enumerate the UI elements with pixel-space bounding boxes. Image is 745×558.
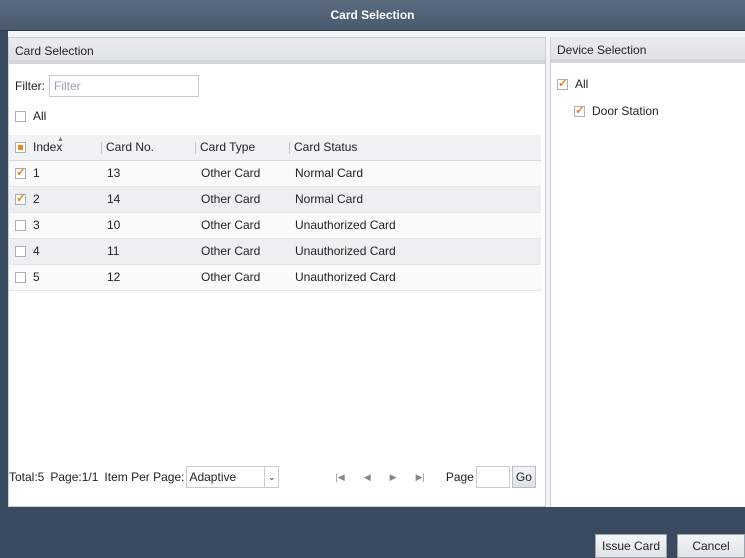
column-label: Card Type xyxy=(200,140,256,155)
cell-card-no: 13 xyxy=(101,160,195,187)
cell-index: 5 xyxy=(33,270,40,284)
cell-card-status: Normal Card xyxy=(289,186,541,213)
cell-card-status: Unauthorized Card xyxy=(289,212,541,239)
cancel-button[interactable]: Cancel xyxy=(677,534,745,558)
chevron-down-icon[interactable]: ⌄ xyxy=(264,467,278,487)
cell-index: 2 xyxy=(33,192,40,206)
table-row[interactable]: 2 14 Other Card Normal Card xyxy=(9,186,541,213)
device-all-label: All xyxy=(575,77,589,91)
select-all-cards[interactable]: All xyxy=(15,108,46,124)
tree-item-all[interactable]: All xyxy=(557,76,588,92)
table-row[interactable]: 5 12 Other Card Unauthorized Card xyxy=(9,264,541,291)
prev-page-icon[interactable]: ◀ xyxy=(364,472,371,483)
column-header-card-type[interactable]: Card Type xyxy=(195,135,289,161)
row-checkbox[interactable] xyxy=(15,219,26,231)
items-per-page-value: Adaptive xyxy=(189,470,237,484)
cell-card-no: 11 xyxy=(101,238,195,265)
cell-index: 3 xyxy=(33,218,40,232)
issue-card-button[interactable]: Issue Card xyxy=(595,534,667,558)
cell-card-status: Normal Card xyxy=(289,160,541,187)
items-per-page-label: Item Per Page: xyxy=(104,470,185,484)
row-checkbox[interactable] xyxy=(15,271,26,283)
device-all-checkbox[interactable] xyxy=(557,76,568,90)
table-header-row: ▲ Index Card No. Card Type Card Status xyxy=(9,135,541,161)
cell-index: 4 xyxy=(33,244,40,258)
select-all-label: All xyxy=(33,109,47,123)
device-label: Door Station xyxy=(592,104,659,118)
column-header-card-no[interactable]: Card No. xyxy=(101,135,195,161)
select-all-checkbox[interactable] xyxy=(15,110,26,122)
column-label: Card No. xyxy=(106,140,155,155)
last-page-icon[interactable]: ▶| xyxy=(416,472,425,483)
sort-up-icon: ▲ xyxy=(57,136,64,143)
tree-item-door-station[interactable]: Door Station xyxy=(574,103,659,119)
row-checkbox[interactable] xyxy=(15,191,26,205)
card-selection-header: Card Selection xyxy=(9,38,545,64)
cell-card-status: Unauthorized Card xyxy=(289,264,541,291)
filter-label: Filter: xyxy=(15,79,45,93)
go-button[interactable]: Go xyxy=(511,466,536,488)
cell-card-type: Other Card xyxy=(195,238,289,265)
page-info: Page:1/1 xyxy=(50,470,99,484)
first-page-icon[interactable]: |◀ xyxy=(335,472,344,483)
pagination-bar: Total:5 Page:1/1 Item Per Page: Adaptive… xyxy=(9,465,545,489)
column-header-index[interactable]: ▲ Index xyxy=(9,135,101,161)
door-station-checkbox[interactable] xyxy=(574,103,585,117)
column-header-card-status[interactable]: Card Status xyxy=(289,135,541,161)
cell-card-type: Other Card xyxy=(195,186,289,213)
cell-card-type: Other Card xyxy=(195,160,289,187)
pager-controls: |◀ ◀ ▶ ▶| xyxy=(335,472,443,483)
title-bar: Card Selection xyxy=(0,0,745,31)
page-number-input[interactable] xyxy=(475,466,510,488)
cell-card-no: 12 xyxy=(101,264,195,291)
cell-card-status: Unauthorized Card xyxy=(289,238,541,265)
cell-index: 1 xyxy=(33,166,40,180)
row-checkbox[interactable] xyxy=(15,245,26,257)
cell-card-no: 10 xyxy=(101,212,195,239)
filter-input[interactable] xyxy=(49,75,199,97)
button-bar: Issue Card Cancel xyxy=(0,507,745,558)
dialog-body: Card Selection Filter: All ▲ Inde xyxy=(8,31,745,507)
next-page-icon[interactable]: ▶ xyxy=(390,472,397,483)
table-row[interactable]: 1 13 Other Card Normal Card xyxy=(9,160,541,187)
card-table: ▲ Index Card No. Card Type Card Status ✓… xyxy=(9,135,541,291)
cell-card-type: Other Card xyxy=(195,212,289,239)
total-count: Total:5 xyxy=(9,470,45,484)
dialog-title: Card Selection xyxy=(330,8,415,22)
card-selection-panel: Card Selection Filter: All ▲ Inde xyxy=(8,37,546,507)
device-selection-panel: Device Selection All Door Station xyxy=(550,37,745,507)
card-selection-dialog: Card Selection Card Selection Filter: Al… xyxy=(0,0,745,558)
items-per-page-select[interactable]: Adaptive ⌄ xyxy=(186,466,280,488)
column-label: Card Status xyxy=(294,140,358,155)
device-selection-header: Device Selection xyxy=(551,37,745,63)
header-checkbox[interactable] xyxy=(15,141,26,153)
cell-card-no: 14 xyxy=(101,186,195,213)
page-label: Page xyxy=(445,470,474,484)
filter-row: Filter: xyxy=(15,75,199,97)
row-checkbox[interactable] xyxy=(15,165,26,179)
table-row[interactable]: 4 11 Other Card Unauthorized Card xyxy=(9,238,541,265)
cell-card-type: Other Card xyxy=(195,264,289,291)
table-row[interactable]: 3 10 Other Card Unauthorized Card xyxy=(9,212,541,239)
